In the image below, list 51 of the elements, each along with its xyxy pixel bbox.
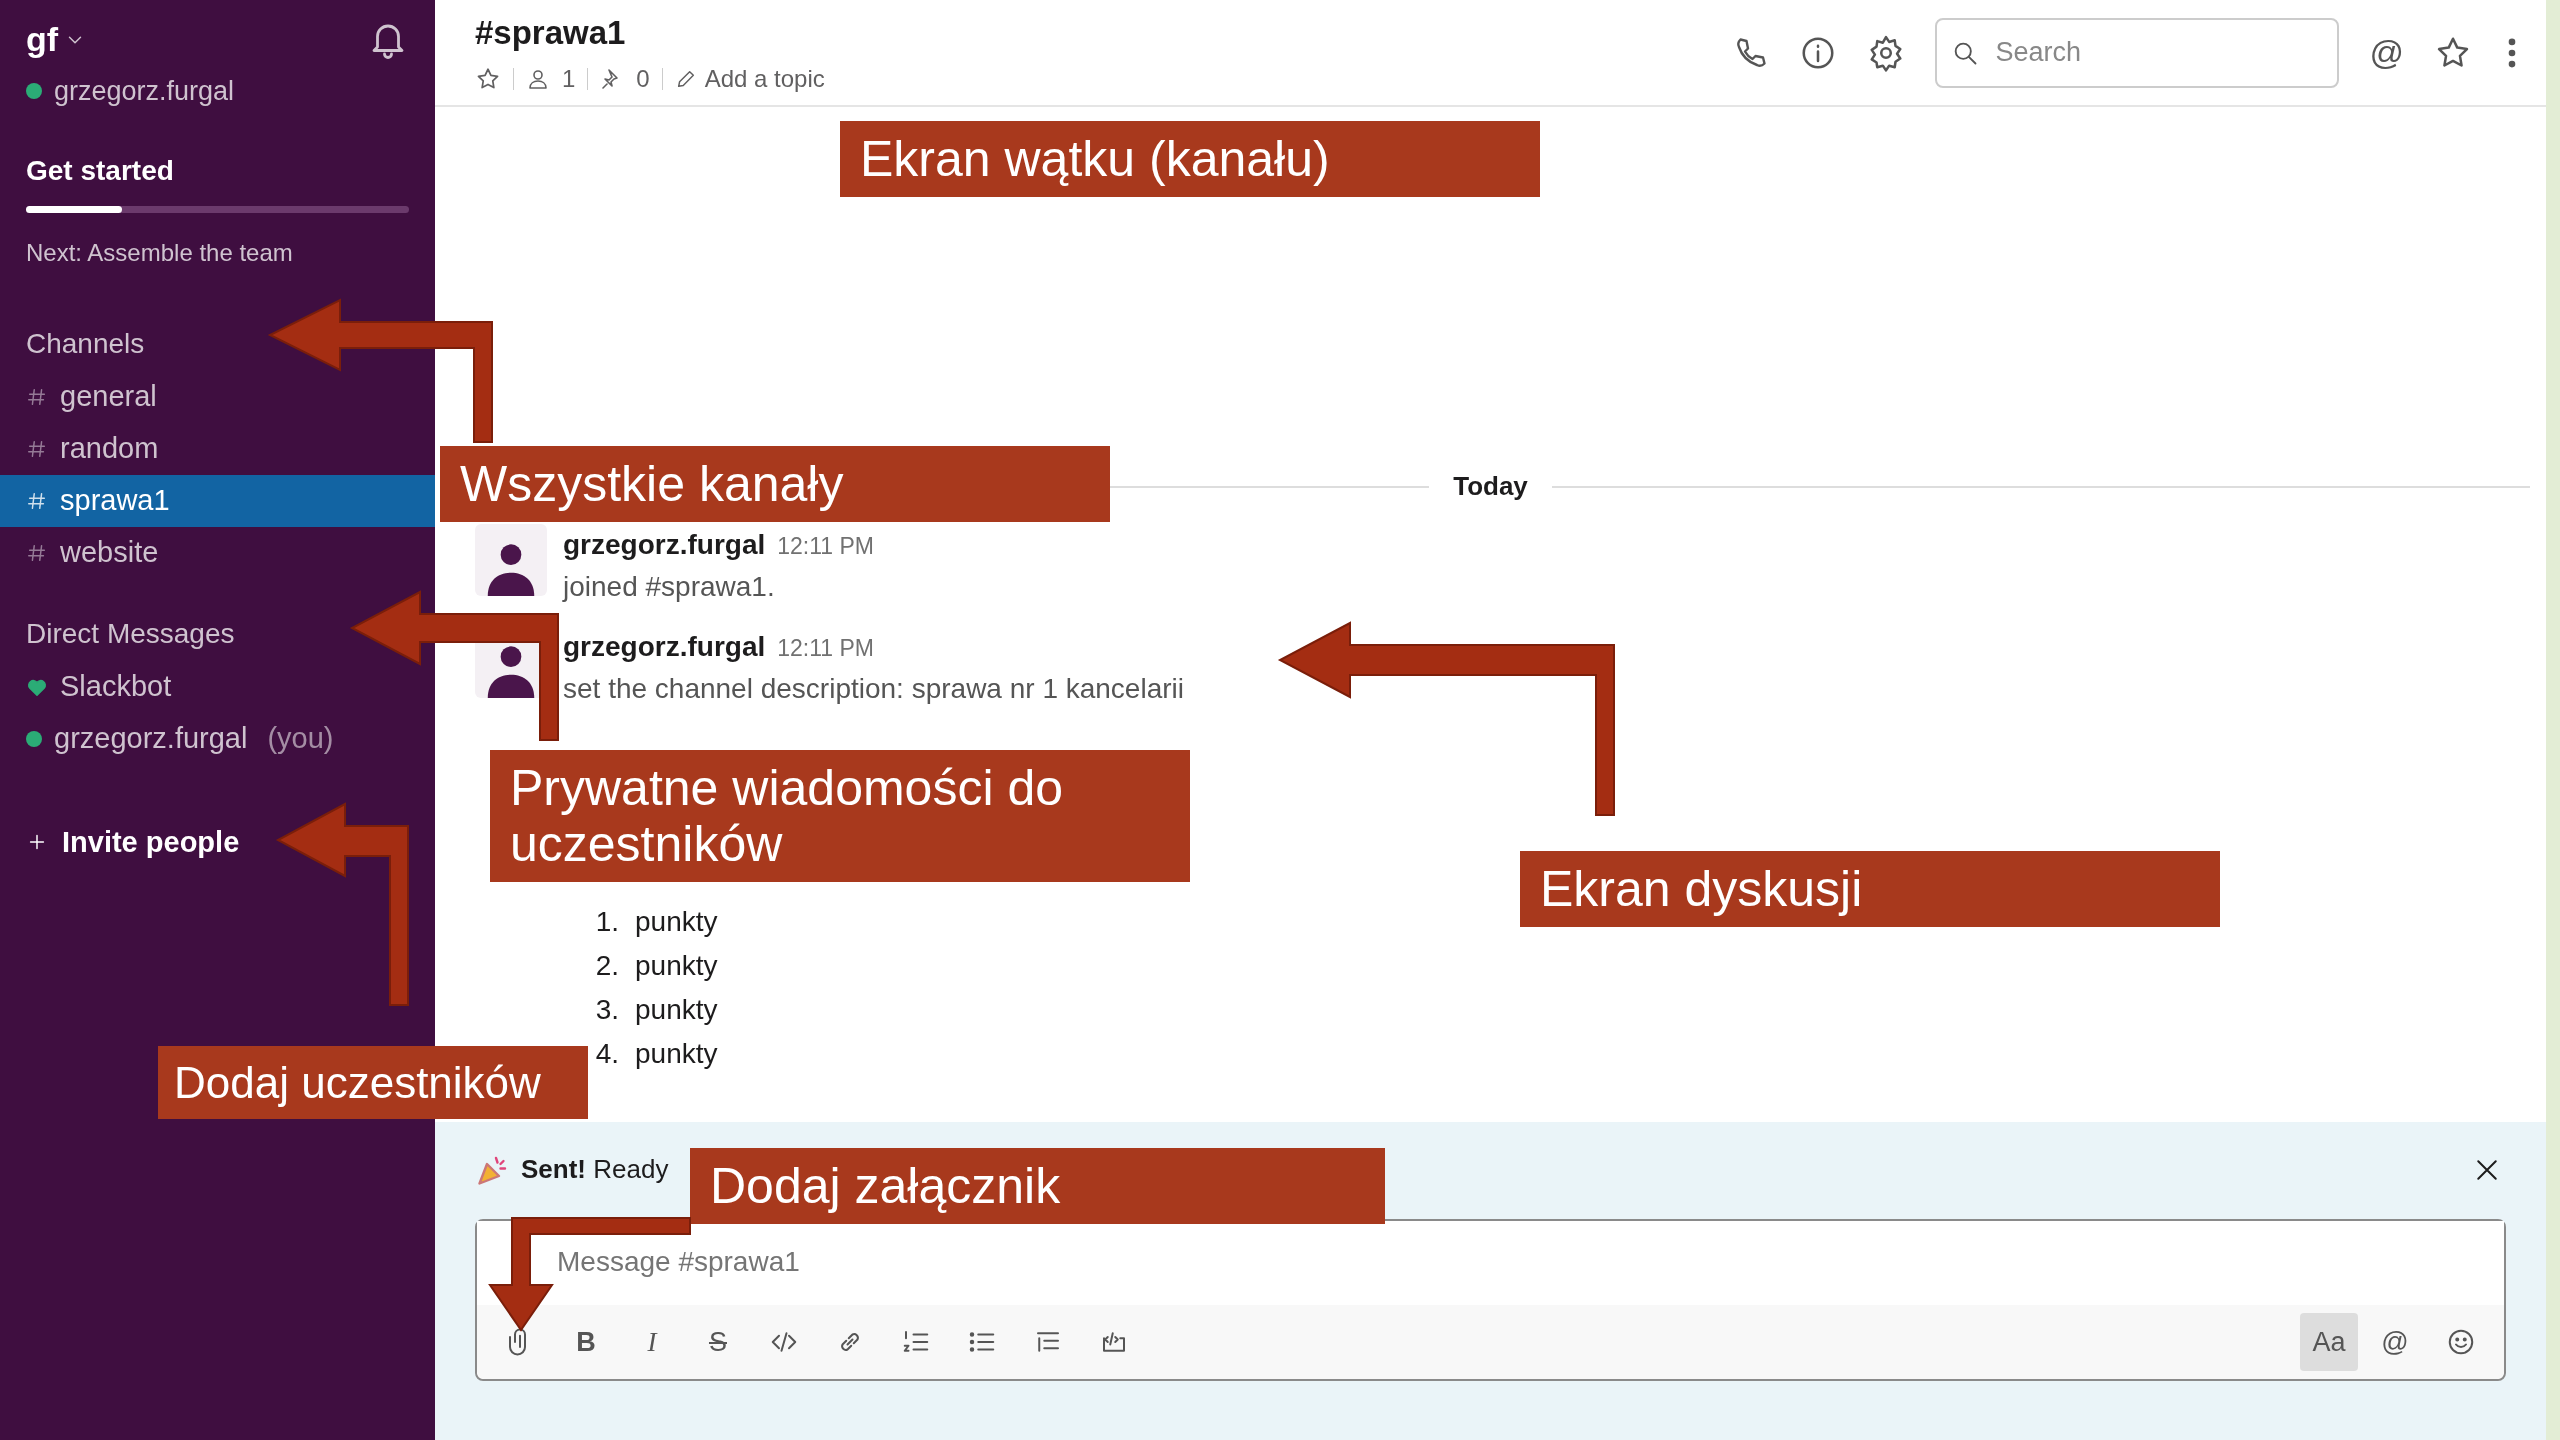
message-text: joined #sprawa1. [563,570,776,604]
invite-people-link[interactable]: Invite people [62,820,240,864]
direct-message-item[interactable]: grzegorz.furgal [54,716,248,761]
channel-item[interactable]: website [0,526,435,579]
message-text: set the channel description: sprawa nr 1 kancelarii [563,672,1184,706]
search-field[interactable]: Search [1935,17,2340,88]
italic-button[interactable]: I [623,1313,681,1371]
callout-label: Dodaj uczestników [158,1046,588,1120]
channel-item[interactable]: general [0,370,435,423]
date-divider-label: Today [1452,470,1529,503]
workspace-name[interactable]: gf [26,14,59,65]
callout-label: Ekran dyskusji [1520,851,2220,927]
avatar [475,524,547,596]
message-time: 12:11 PM [777,634,874,663]
next-step-text: Next: Assemble the team [26,237,294,268]
message-author[interactable]: grzegorz.furgal [563,626,766,668]
section-heading[interactable]: Direct Messages [26,612,235,655]
list-item-text: punkty [635,905,718,939]
list-item-text: punkty [635,1037,718,1071]
callout-label: Prywatne wiadomości do uczestników [490,750,1190,882]
list-number: 4. [594,1037,619,1071]
mention-button[interactable]: @ [2366,1313,2424,1371]
sent-banner-text: Sent! Ready [521,1153,669,1186]
channel-title: #sprawa1 [475,12,627,53]
list-item-text: punkty [635,993,718,1027]
member-count[interactable]: 1 [562,61,576,98]
callout-label: Ekran wątku (kanału) [840,121,1540,197]
format-button[interactable]: Aa [2300,1313,2358,1371]
direct-message-item[interactable]: Slackbot [60,664,172,709]
list-number: 3. [594,993,619,1027]
get-started-title[interactable]: Get started [26,149,409,192]
user-name: grzegorz.furgal [54,75,235,108]
strike-button[interactable]: S [689,1313,747,1371]
bold-button[interactable]: B [557,1313,615,1371]
pin-count[interactable]: 0 [636,61,650,98]
add-topic-link[interactable]: Add a topic [704,61,825,98]
callout-label: Wszystkie kanały [440,446,1110,522]
you-label: (you) [267,720,334,756]
mentions-button[interactable]: @ [2369,27,2404,78]
list-number: 2. [594,949,619,983]
message-time: 12:11 PM [777,532,874,561]
channel-item[interactable]: random [0,422,435,475]
callout-label: Dodaj załącznik [690,1148,1385,1224]
message-composer[interactable]: Message #sprawa1 B I S Aa @ [475,1219,2506,1381]
emoji-icon [2446,1327,2476,1357]
channel-item[interactable]: sprawa1 [0,474,435,527]
section-heading[interactable]: Channels [26,322,145,365]
person-icon[interactable] [526,67,550,92]
list-item-text: punkty [635,949,718,983]
message-author[interactable]: grzegorz.furgal [563,524,766,566]
list-number: 1. [594,905,619,939]
